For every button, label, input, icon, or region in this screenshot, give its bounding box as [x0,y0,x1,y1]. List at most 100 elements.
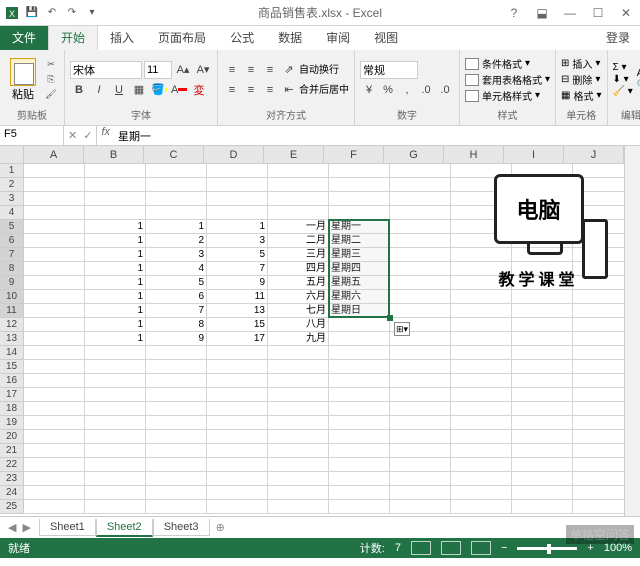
cell[interactable] [390,346,451,360]
cell[interactable]: 11 [207,290,268,304]
orientation-icon[interactable]: ⇗ [280,61,298,79]
row-header[interactable]: 25 [0,500,24,514]
cell[interactable] [24,346,85,360]
cell[interactable] [512,374,573,388]
cell[interactable] [24,248,85,262]
tab-home[interactable]: 开始 [48,24,98,50]
col-header[interactable]: A [24,146,84,164]
cell[interactable] [390,304,451,318]
cell[interactable] [207,388,268,402]
currency-icon[interactable]: ¥ [360,81,378,99]
row-header[interactable]: 18 [0,402,24,416]
cell[interactable] [390,374,451,388]
cell[interactable] [24,178,85,192]
row-header[interactable]: 23 [0,472,24,486]
cell[interactable] [329,164,390,178]
cell[interactable] [24,318,85,332]
cell[interactable] [390,458,451,472]
cell[interactable] [268,164,329,178]
redo-icon[interactable]: ↷ [64,5,80,21]
cell[interactable] [146,486,207,500]
cell[interactable] [512,402,573,416]
cell[interactable]: 星期六 [329,290,390,304]
row-header[interactable]: 13 [0,332,24,346]
row-header[interactable]: 17 [0,388,24,402]
cell[interactable] [268,500,329,514]
paste-button[interactable]: 粘贴 [5,58,41,102]
format-cells-button[interactable]: ▦ 格式 ▾ [561,88,601,103]
cell[interactable] [451,318,512,332]
cell[interactable] [390,220,451,234]
number-format-combo[interactable]: 常规 [360,61,418,79]
cell[interactable] [390,276,451,290]
cell[interactable] [24,234,85,248]
font-size-combo[interactable]: 11 [144,61,172,79]
indent-dec-icon[interactable]: ⇤ [280,81,298,99]
cell[interactable]: 2 [146,234,207,248]
cell[interactable]: 1 [85,318,146,332]
underline-button[interactable]: U [110,81,128,99]
col-header[interactable]: J [564,146,624,164]
cell[interactable] [85,416,146,430]
cell[interactable] [268,458,329,472]
col-header[interactable]: I [504,146,564,164]
row-header[interactable]: 14 [0,346,24,360]
row-header[interactable]: 1 [0,164,24,178]
cell[interactable] [451,346,512,360]
cell[interactable] [512,318,573,332]
cell[interactable] [512,332,573,346]
cell[interactable] [24,444,85,458]
cell[interactable] [268,192,329,206]
autofill-options-button[interactable]: ⊞▾ [394,322,410,336]
cell[interactable] [512,500,573,514]
cell[interactable] [451,458,512,472]
cell[interactable] [146,402,207,416]
font-color-button[interactable]: A [170,81,188,99]
cell[interactable]: 一月 [268,220,329,234]
cell-styles-button[interactable]: 单元格样式 ▾ [465,88,550,103]
cell[interactable] [512,346,573,360]
cell[interactable] [24,220,85,234]
cell[interactable] [390,234,451,248]
zoom-slider[interactable] [517,547,577,550]
sheet-tab-1[interactable]: Sheet1 [39,519,96,536]
cell[interactable] [329,472,390,486]
row-header[interactable]: 19 [0,416,24,430]
cell[interactable] [207,374,268,388]
row-header[interactable]: 9 [0,276,24,290]
column-headers[interactable]: ABCDEFGHIJ [24,146,624,164]
cell[interactable] [85,486,146,500]
cell[interactable] [85,346,146,360]
cell[interactable] [390,290,451,304]
fill-color-button[interactable]: 🪣 [150,81,168,99]
cell[interactable]: 5 [146,276,207,290]
cell[interactable]: 四月 [268,262,329,276]
cell[interactable] [24,164,85,178]
close-icon[interactable]: ✕ [612,2,640,24]
cell[interactable] [329,500,390,514]
sheet-nav-prev-icon[interactable]: ◀ [8,521,16,534]
align-center-icon[interactable]: ≡ [242,81,260,99]
cell[interactable] [390,430,451,444]
cell[interactable]: 1 [85,248,146,262]
cell[interactable] [268,444,329,458]
cell[interactable] [24,206,85,220]
cell[interactable] [390,206,451,220]
cell[interactable] [146,374,207,388]
dec-decimal-icon[interactable]: .0 [436,81,454,99]
cell[interactable]: 1 [207,220,268,234]
cell[interactable] [390,248,451,262]
cell[interactable] [268,360,329,374]
cell[interactable] [24,262,85,276]
cell[interactable] [85,178,146,192]
cell[interactable] [207,416,268,430]
cell[interactable]: 星期三 [329,248,390,262]
cell[interactable] [207,500,268,514]
cell[interactable] [24,500,85,514]
cell[interactable] [24,402,85,416]
cell[interactable] [329,206,390,220]
clear-button[interactable]: 🧹 ▾ [613,86,633,97]
bold-button[interactable]: B [70,81,88,99]
cell[interactable] [85,360,146,374]
align-mid-icon[interactable]: ≡ [242,61,260,79]
